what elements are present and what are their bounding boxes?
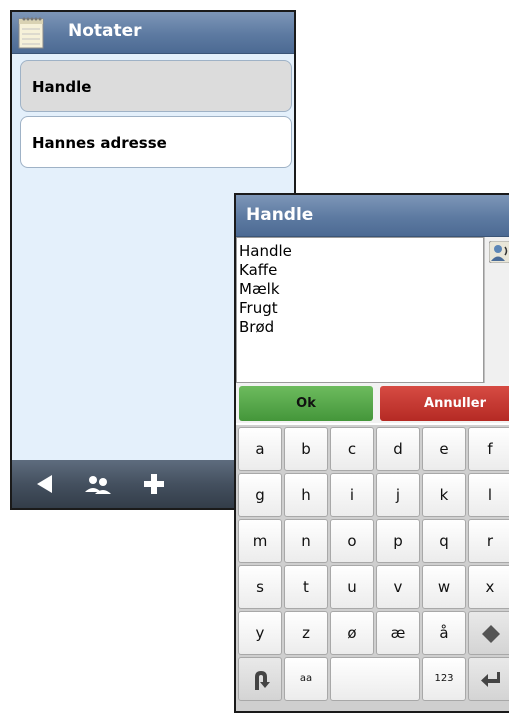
key-n[interactable]: n <box>284 519 328 563</box>
shift-arrow-icon <box>255 671 270 690</box>
key-v[interactable]: v <box>376 565 420 609</box>
dialog-header: Handle <box>236 195 509 237</box>
notepad-icon <box>18 17 44 49</box>
note-item-label: Handle <box>32 78 92 96</box>
key-d[interactable]: d <box>376 427 420 471</box>
back-arrow-icon[interactable] <box>32 472 56 496</box>
key-j[interactable]: j <box>376 473 420 517</box>
notes-header: Notater <box>12 12 294 54</box>
eraser-key[interactable] <box>468 611 509 655</box>
dialog-title: Handle <box>246 205 314 225</box>
dialog-button-row: Ok Annuller <box>236 383 509 423</box>
key-b[interactable]: b <box>284 427 328 471</box>
key-f[interactable]: f <box>468 427 509 471</box>
key-m[interactable]: m <box>238 519 282 563</box>
key-u[interactable]: u <box>330 565 374 609</box>
key-a[interactable]: a <box>238 427 282 471</box>
note-item-hannes-adresse[interactable]: Hannes adresse <box>20 116 292 168</box>
key-y[interactable]: y <box>238 611 282 655</box>
shift-key[interactable] <box>238 657 282 701</box>
key-h[interactable]: h <box>284 473 328 517</box>
key-x[interactable]: x <box>468 565 509 609</box>
note-item-handle[interactable]: Handle <box>20 60 292 112</box>
key-aa[interactable]: å <box>422 611 466 655</box>
key-z[interactable]: z <box>284 611 328 655</box>
space-key[interactable] <box>330 657 420 701</box>
cancel-button[interactable]: Annuller <box>380 386 509 421</box>
key-w[interactable]: w <box>422 565 466 609</box>
key-g[interactable]: g <box>238 473 282 517</box>
key-e[interactable]: e <box>422 427 466 471</box>
ok-button[interactable]: Ok <box>239 386 373 421</box>
key-t[interactable]: t <box>284 565 328 609</box>
note-text-input[interactable]: Handle Kaffe Mælk Frugt Brød <box>236 237 484 383</box>
voice-contact-icon[interactable] <box>489 241 509 263</box>
eraser-icon <box>482 625 500 644</box>
key-p[interactable]: p <box>376 519 420 563</box>
note-item-label: Hannes adresse <box>32 134 167 152</box>
contacts-icon[interactable] <box>82 472 114 496</box>
key-ae[interactable]: æ <box>376 611 420 655</box>
edit-note-screen: Handle Handle Kaffe Mælk Frugt Brød Ok A… <box>234 193 509 713</box>
case-toggle-key[interactable]: aa <box>284 657 328 701</box>
enter-icon <box>481 672 500 687</box>
key-oe[interactable]: ø <box>330 611 374 655</box>
plus-icon[interactable] <box>142 472 166 496</box>
key-o[interactable]: o <box>330 519 374 563</box>
on-screen-keyboard: a b c d e f g h i j k l m n o p q r s t … <box>236 425 509 711</box>
side-panel <box>484 237 509 383</box>
key-k[interactable]: k <box>422 473 466 517</box>
app-title: Notater <box>68 21 142 41</box>
key-i[interactable]: i <box>330 473 374 517</box>
key-l[interactable]: l <box>468 473 509 517</box>
enter-key[interactable] <box>468 657 509 701</box>
numbers-key[interactable]: 123 <box>422 657 466 701</box>
key-r[interactable]: r <box>468 519 509 563</box>
key-c[interactable]: c <box>330 427 374 471</box>
key-q[interactable]: q <box>422 519 466 563</box>
key-s[interactable]: s <box>238 565 282 609</box>
